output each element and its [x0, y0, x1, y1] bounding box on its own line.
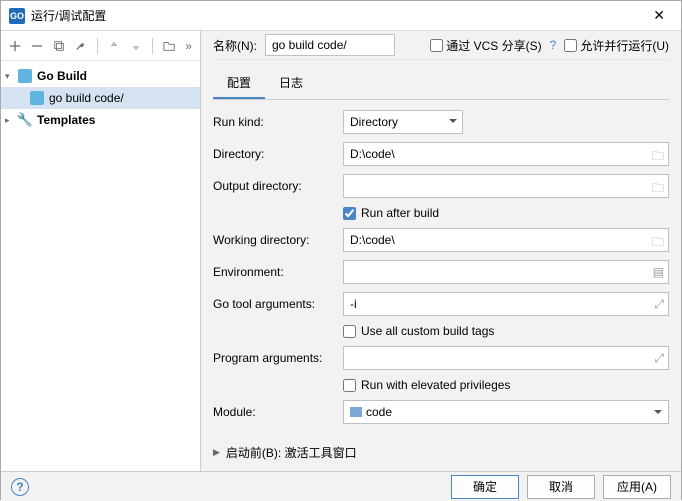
cancel-button[interactable]: 取消	[527, 475, 595, 499]
config-tree: ▾ Go Build go build code/ ▸ 🔧 Templates	[1, 61, 200, 471]
config-form: Run kind: Directory Directory: 🗀 Output …	[213, 100, 669, 471]
tab-config[interactable]: 配置	[213, 68, 265, 99]
name-input[interactable]	[265, 34, 395, 56]
environment-input[interactable]	[343, 260, 669, 284]
close-icon[interactable]: ✕	[645, 3, 673, 28]
share-vcs-checkbox[interactable]: 通过 VCS 分享(S)	[430, 37, 541, 54]
before-launch-section[interactable]: ▶ 启动前(B): 激活工具窗口	[213, 444, 669, 461]
apply-button[interactable]: 应用(A)	[603, 475, 671, 499]
sidebar-toolbar: »	[1, 31, 200, 61]
name-row: 名称(N): 通过 VCS 分享(S) ? 允许并行运行(U)	[213, 31, 669, 60]
tree-label: Go Build	[37, 69, 87, 83]
run-after-build-checkbox[interactable]	[343, 207, 356, 220]
tree-label: Templates	[37, 113, 95, 127]
before-launch-label: 启动前(B): 激活工具窗口	[226, 444, 357, 461]
program-args-input[interactable]	[343, 346, 669, 370]
wrench-icon: 🔧	[17, 112, 33, 128]
use-all-tags-checkbox[interactable]	[343, 325, 356, 338]
go-icon	[18, 69, 32, 83]
program-args-label: Program arguments:	[213, 351, 343, 365]
output-dir-input[interactable]	[343, 174, 669, 198]
working-dir-input[interactable]	[343, 228, 669, 252]
module-label: Module:	[213, 405, 343, 419]
run-elevated-label: Run with elevated privileges	[361, 378, 510, 392]
module-select[interactable]: code	[343, 400, 669, 424]
wrench-icon[interactable]	[75, 39, 87, 53]
tabs: 配置 日志	[213, 68, 669, 100]
remove-icon[interactable]	[31, 39, 43, 53]
tab-log[interactable]: 日志	[265, 68, 317, 99]
help-share-icon[interactable]: ?	[550, 38, 557, 52]
run-kind-select[interactable]: Directory	[343, 110, 463, 134]
use-all-tags-label: Use all custom build tags	[361, 324, 494, 338]
sidebar: » ▾ Go Build go build code/ ▸ 🔧 Template…	[1, 31, 201, 471]
environment-label: Environment:	[213, 265, 343, 279]
tree-label: go build code/	[49, 91, 124, 105]
chevron-right-icon[interactable]: ▸	[5, 115, 17, 126]
module-icon	[350, 407, 362, 417]
directory-input[interactable]	[343, 142, 669, 166]
ok-button[interactable]: 确定	[451, 475, 519, 499]
output-dir-label: Output directory:	[213, 179, 343, 193]
footer: ? 确定 取消 应用(A)	[1, 471, 681, 501]
folder-icon[interactable]	[163, 39, 175, 53]
module-value: code	[366, 405, 392, 419]
chevron-down-icon[interactable]: ▾	[5, 71, 17, 82]
go-tool-args-label: Go tool arguments:	[213, 297, 343, 311]
window-title: 运行/调试配置	[31, 7, 645, 24]
directory-label: Directory:	[213, 147, 343, 161]
run-after-build-label: Run after build	[361, 206, 439, 220]
titlebar: GO 运行/调试配置 ✕	[1, 1, 681, 31]
name-label: 名称(N):	[213, 37, 257, 54]
copy-icon[interactable]	[53, 39, 65, 53]
app-icon: GO	[9, 8, 25, 24]
up-icon[interactable]	[108, 39, 120, 53]
help-button[interactable]: ?	[11, 478, 29, 496]
add-icon[interactable]	[9, 39, 21, 53]
working-dir-label: Working directory:	[213, 233, 343, 247]
tree-item-gobuild-code[interactable]: go build code/	[1, 87, 200, 109]
main-panel: 名称(N): 通过 VCS 分享(S) ? 允许并行运行(U) 配置 日志 Ru…	[201, 31, 681, 471]
run-elevated-checkbox[interactable]	[343, 379, 356, 392]
down-icon[interactable]	[130, 39, 142, 53]
go-tool-args-input[interactable]	[343, 292, 669, 316]
chevron-down-icon	[654, 410, 662, 418]
expand-icon[interactable]: »	[185, 39, 192, 53]
tree-item-templates[interactable]: ▸ 🔧 Templates	[1, 109, 200, 131]
go-icon	[30, 91, 44, 105]
allow-parallel-checkbox[interactable]: 允许并行运行(U)	[564, 37, 669, 54]
run-kind-label: Run kind:	[213, 115, 343, 129]
chevron-right-icon: ▶	[213, 447, 220, 458]
tree-item-gobuild[interactable]: ▾ Go Build	[1, 65, 200, 87]
